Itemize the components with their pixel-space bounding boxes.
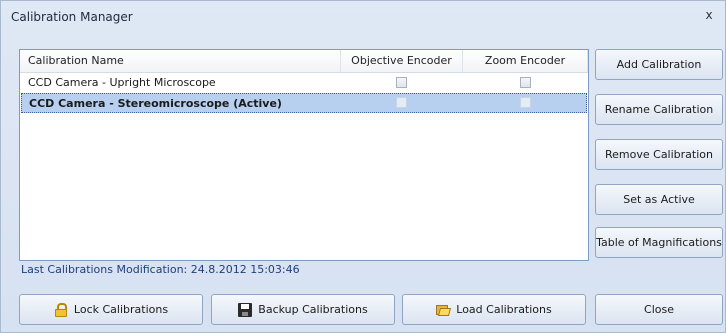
table-of-magnifications-label: Table of Magnifications <box>596 236 722 249</box>
calibration-name: CCD Camera - Upright Microscope <box>28 76 216 89</box>
column-header-zoom-encoder[interactable]: Zoom Encoder <box>463 50 588 72</box>
close-window-icon[interactable]: x <box>702 8 716 22</box>
remove-calibration-button[interactable]: Remove Calibration <box>595 139 723 170</box>
lock-calibrations-label: Lock Calibrations <box>73 303 169 316</box>
load-calibrations-button[interactable]: Load Calibrations <box>402 294 586 325</box>
calibration-name: CCD Camera - Stereomicroscope (Active) <box>29 97 282 110</box>
backup-calibrations-label: Backup Calibrations <box>258 303 368 316</box>
window-title: Calibration Manager <box>11 10 133 24</box>
add-calibration-label: Add Calibration <box>616 58 702 71</box>
rename-calibration-label: Rename Calibration <box>604 103 714 116</box>
remove-calibration-label: Remove Calibration <box>605 148 713 161</box>
table-row[interactable]: CCD Camera - Upright Microscope <box>21 73 587 93</box>
load-calibrations-label: Load Calibrations <box>456 303 552 316</box>
table-row-selected[interactable]: CCD Camera - Stereomicroscope (Active) <box>21 93 587 113</box>
add-calibration-button[interactable]: Add Calibration <box>595 49 723 80</box>
last-modification-label: Last Calibrations Modification: 24.8.201… <box>21 263 300 276</box>
close-label: Close <box>644 303 674 316</box>
objective-encoder-checkbox[interactable] <box>396 97 407 108</box>
title-bar[interactable]: Calibration Manager x <box>1 1 725 33</box>
backup-calibrations-button[interactable]: Backup Calibrations <box>211 294 395 325</box>
close-button[interactable]: Close <box>595 294 723 325</box>
calibration-list[interactable]: Calibration Name Objective Encoder Zoom … <box>19 49 589 261</box>
lock-calibrations-button[interactable]: Lock Calibrations <box>19 294 203 325</box>
lock-icon <box>54 302 68 317</box>
set-as-active-button[interactable]: Set as Active <box>595 184 723 215</box>
zoom-encoder-checkbox[interactable] <box>520 77 531 88</box>
zoom-encoder-checkbox[interactable] <box>520 97 531 108</box>
table-of-magnifications-button[interactable]: Table of Magnifications <box>595 227 723 258</box>
set-as-active-label: Set as Active <box>623 193 695 206</box>
open-folder-icon <box>436 303 452 317</box>
floppy-disk-icon <box>238 302 253 317</box>
column-header-name[interactable]: Calibration Name <box>20 50 341 72</box>
column-header-objective-encoder[interactable]: Objective Encoder <box>341 50 463 72</box>
rename-calibration-button[interactable]: Rename Calibration <box>595 94 723 125</box>
calibration-manager-window: Calibration Manager x Calibration Name O… <box>0 0 726 333</box>
objective-encoder-checkbox[interactable] <box>396 77 407 88</box>
list-header: Calibration Name Objective Encoder Zoom … <box>20 50 588 73</box>
